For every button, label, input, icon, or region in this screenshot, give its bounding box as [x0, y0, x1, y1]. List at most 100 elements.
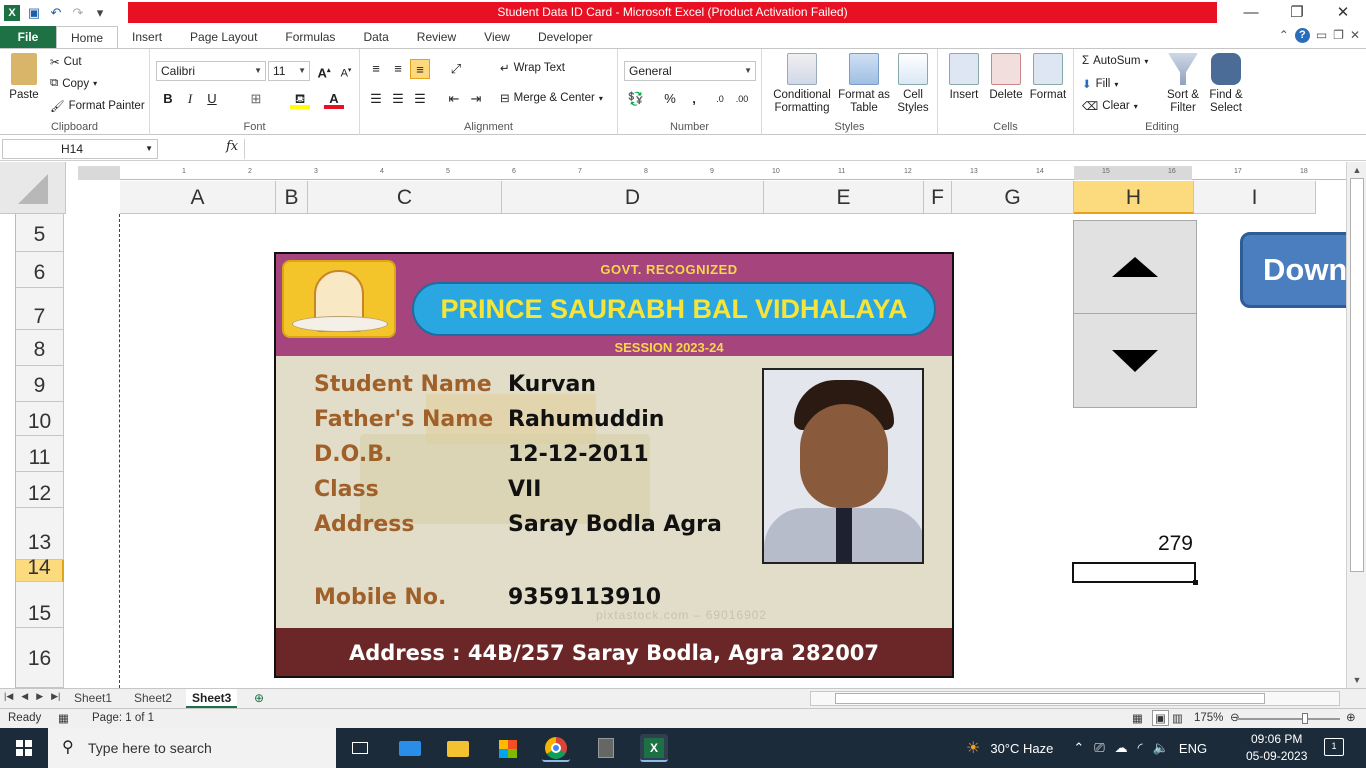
macro-record-icon[interactable]: ▦ [58, 711, 69, 725]
horizontal-scrollbar[interactable] [810, 691, 1340, 706]
tab-review[interactable]: Review [403, 26, 470, 48]
scroll-up-icon[interactable]: ▲ [1347, 162, 1366, 178]
column-header-h[interactable]: H [1074, 181, 1194, 214]
tab-view[interactable]: View [470, 26, 524, 48]
column-header-f[interactable]: F [924, 181, 952, 214]
zoom-in-icon[interactable]: ⊕ [1346, 710, 1356, 724]
insert-function-icon[interactable]: fx [226, 139, 238, 154]
tab-page-layout[interactable]: Page Layout [176, 26, 271, 48]
sort-filter-button[interactable]: Sort & Filter [1162, 53, 1204, 115]
row-header-8[interactable]: 8 [16, 330, 64, 366]
decrease-indent-icon[interactable]: ⇤ [444, 89, 464, 109]
column-header-i[interactable]: I [1194, 181, 1316, 214]
tab-developer[interactable]: Developer [524, 26, 607, 48]
minimize-button[interactable]: — [1228, 0, 1274, 26]
redo-icon[interactable]: ↷ [70, 5, 86, 21]
show-hidden-icons[interactable]: ⌃ [1073, 740, 1084, 756]
merge-center-button[interactable]: ⊟ Merge & Center ▾ [500, 91, 603, 105]
zoom-level[interactable]: 175% [1194, 712, 1223, 724]
row-header-5[interactable]: 5 [16, 214, 64, 252]
sheet-tab-sheet2[interactable]: Sheet2 [128, 689, 178, 708]
orientation-icon[interactable]: ⤢ [446, 59, 466, 79]
prev-sheet-icon[interactable]: ◀ [21, 691, 28, 702]
row-header-13[interactable]: 13 [16, 508, 64, 560]
underline-button[interactable]: U [202, 89, 222, 109]
tab-home[interactable]: Home [56, 26, 119, 48]
italic-button[interactable]: I [180, 89, 200, 109]
insert-cells-button[interactable]: Insert [944, 53, 984, 102]
formula-input[interactable] [244, 139, 1350, 159]
format-cells-button[interactable]: Format [1028, 53, 1068, 102]
fill-color-icon[interactable]: ⛾ [290, 89, 310, 109]
column-header-a[interactable]: A [120, 181, 276, 214]
borders-icon[interactable]: ⊞ [246, 89, 266, 109]
format-painter-button[interactable]: 🖌 Format Painter [50, 99, 145, 113]
wifi-icon[interactable]: ◜ [1138, 740, 1143, 756]
doc-minimize-icon[interactable]: ▭ [1316, 28, 1327, 43]
fill-button[interactable]: ⬇ Fill ▾ [1082, 77, 1118, 91]
row-header-6[interactable]: 6 [16, 252, 64, 288]
vertical-scrollbar[interactable]: ▲ ▼ [1346, 162, 1366, 688]
increase-indent-icon[interactable]: ⇥ [466, 89, 486, 109]
spin-down-button[interactable] [1074, 314, 1196, 407]
meet-now-icon[interactable]: ⎚ [1094, 740, 1104, 756]
doc-restore-icon[interactable]: ❐ [1333, 28, 1344, 43]
row-header-12[interactable]: 12 [16, 472, 64, 508]
tab-formulas[interactable]: Formulas [271, 26, 349, 48]
file-explorer-icon[interactable] [444, 734, 472, 762]
weather-icon[interactable]: ☀ [966, 738, 980, 758]
page-layout-view-icon[interactable]: ▣ [1152, 710, 1169, 726]
autosum-button[interactable]: Σ AutoSum ▾ [1082, 55, 1148, 67]
row-header-14[interactable]: 14 [16, 557, 64, 582]
undo-icon[interactable]: ↶ [48, 5, 64, 21]
cell-h13-value[interactable]: 279 [1073, 532, 1197, 556]
format-as-table-button[interactable]: Format as Table [838, 53, 890, 115]
doc-close-icon[interactable]: ✕ [1350, 28, 1360, 43]
comma-button[interactable]: , [684, 89, 704, 109]
download-button[interactable]: Down [1240, 232, 1346, 308]
first-sheet-icon[interactable]: |◀ [4, 691, 13, 702]
shrink-font-icon[interactable]: A▾ [336, 61, 356, 81]
volume-icon[interactable]: 🔈 [1153, 740, 1169, 756]
align-center-icon[interactable]: ☰ [388, 89, 408, 109]
clear-button[interactable]: ⌫ Clear ▾ [1082, 99, 1138, 113]
column-header-c[interactable]: C [308, 181, 502, 214]
row-header-16[interactable]: 16 [16, 628, 64, 688]
chrome-icon[interactable] [542, 734, 570, 762]
minimize-ribbon-icon[interactable]: ⌃ [1279, 28, 1289, 43]
column-header-g[interactable]: G [952, 181, 1074, 214]
align-bottom-icon[interactable]: ≡ [410, 59, 430, 79]
cut-button[interactable]: ✂ Cut [50, 55, 82, 69]
currency-icon[interactable]: 💱 [626, 89, 646, 109]
insert-sheet-icon[interactable]: ⊕ [248, 689, 270, 708]
column-header-e[interactable]: E [764, 181, 924, 214]
horizontal-scroll-thumb[interactable] [835, 693, 1265, 704]
last-sheet-icon[interactable]: ▶| [51, 691, 60, 702]
bold-button[interactable]: B [158, 89, 178, 109]
font-color-icon[interactable]: A [324, 89, 344, 109]
select-all-corner[interactable] [0, 162, 66, 214]
language-indicator[interactable]: ENG [1179, 741, 1207, 756]
row-header-9[interactable]: 9 [16, 366, 64, 402]
column-header-d[interactable]: D [502, 181, 764, 214]
vertical-scroll-thumb[interactable] [1350, 178, 1364, 572]
tab-file[interactable]: File [0, 26, 56, 48]
align-left-icon[interactable]: ☰ [366, 89, 386, 109]
decrease-decimal-icon[interactable]: .00 [732, 89, 752, 109]
start-button[interactable] [0, 728, 48, 768]
active-cell-h14[interactable] [1072, 562, 1198, 585]
font-size-select[interactable]: 11 ▼ [268, 61, 310, 81]
font-name-select[interactable]: Calibri ▼ [156, 61, 266, 81]
cell-styles-button[interactable]: Cell Styles [892, 53, 934, 115]
copy-button[interactable]: ⧉ Copy ▾ [50, 77, 97, 90]
align-right-icon[interactable]: ☰ [410, 89, 430, 109]
number-format-select[interactable]: General ▼ [624, 61, 756, 81]
restore-button[interactable]: ❐ [1274, 0, 1320, 26]
name-box[interactable]: H14 ▼ [2, 139, 158, 159]
row-header-10[interactable]: 10 [16, 402, 64, 436]
taskbar-search-box[interactable]: ⚲ Type here to search [48, 728, 336, 768]
sheet-tab-sheet1[interactable]: Sheet1 [68, 689, 118, 708]
page-break-view-icon[interactable]: ▥ [1172, 711, 1183, 725]
task-view-icon[interactable] [346, 734, 374, 762]
notification-center-icon[interactable]: 1 [1324, 738, 1344, 756]
